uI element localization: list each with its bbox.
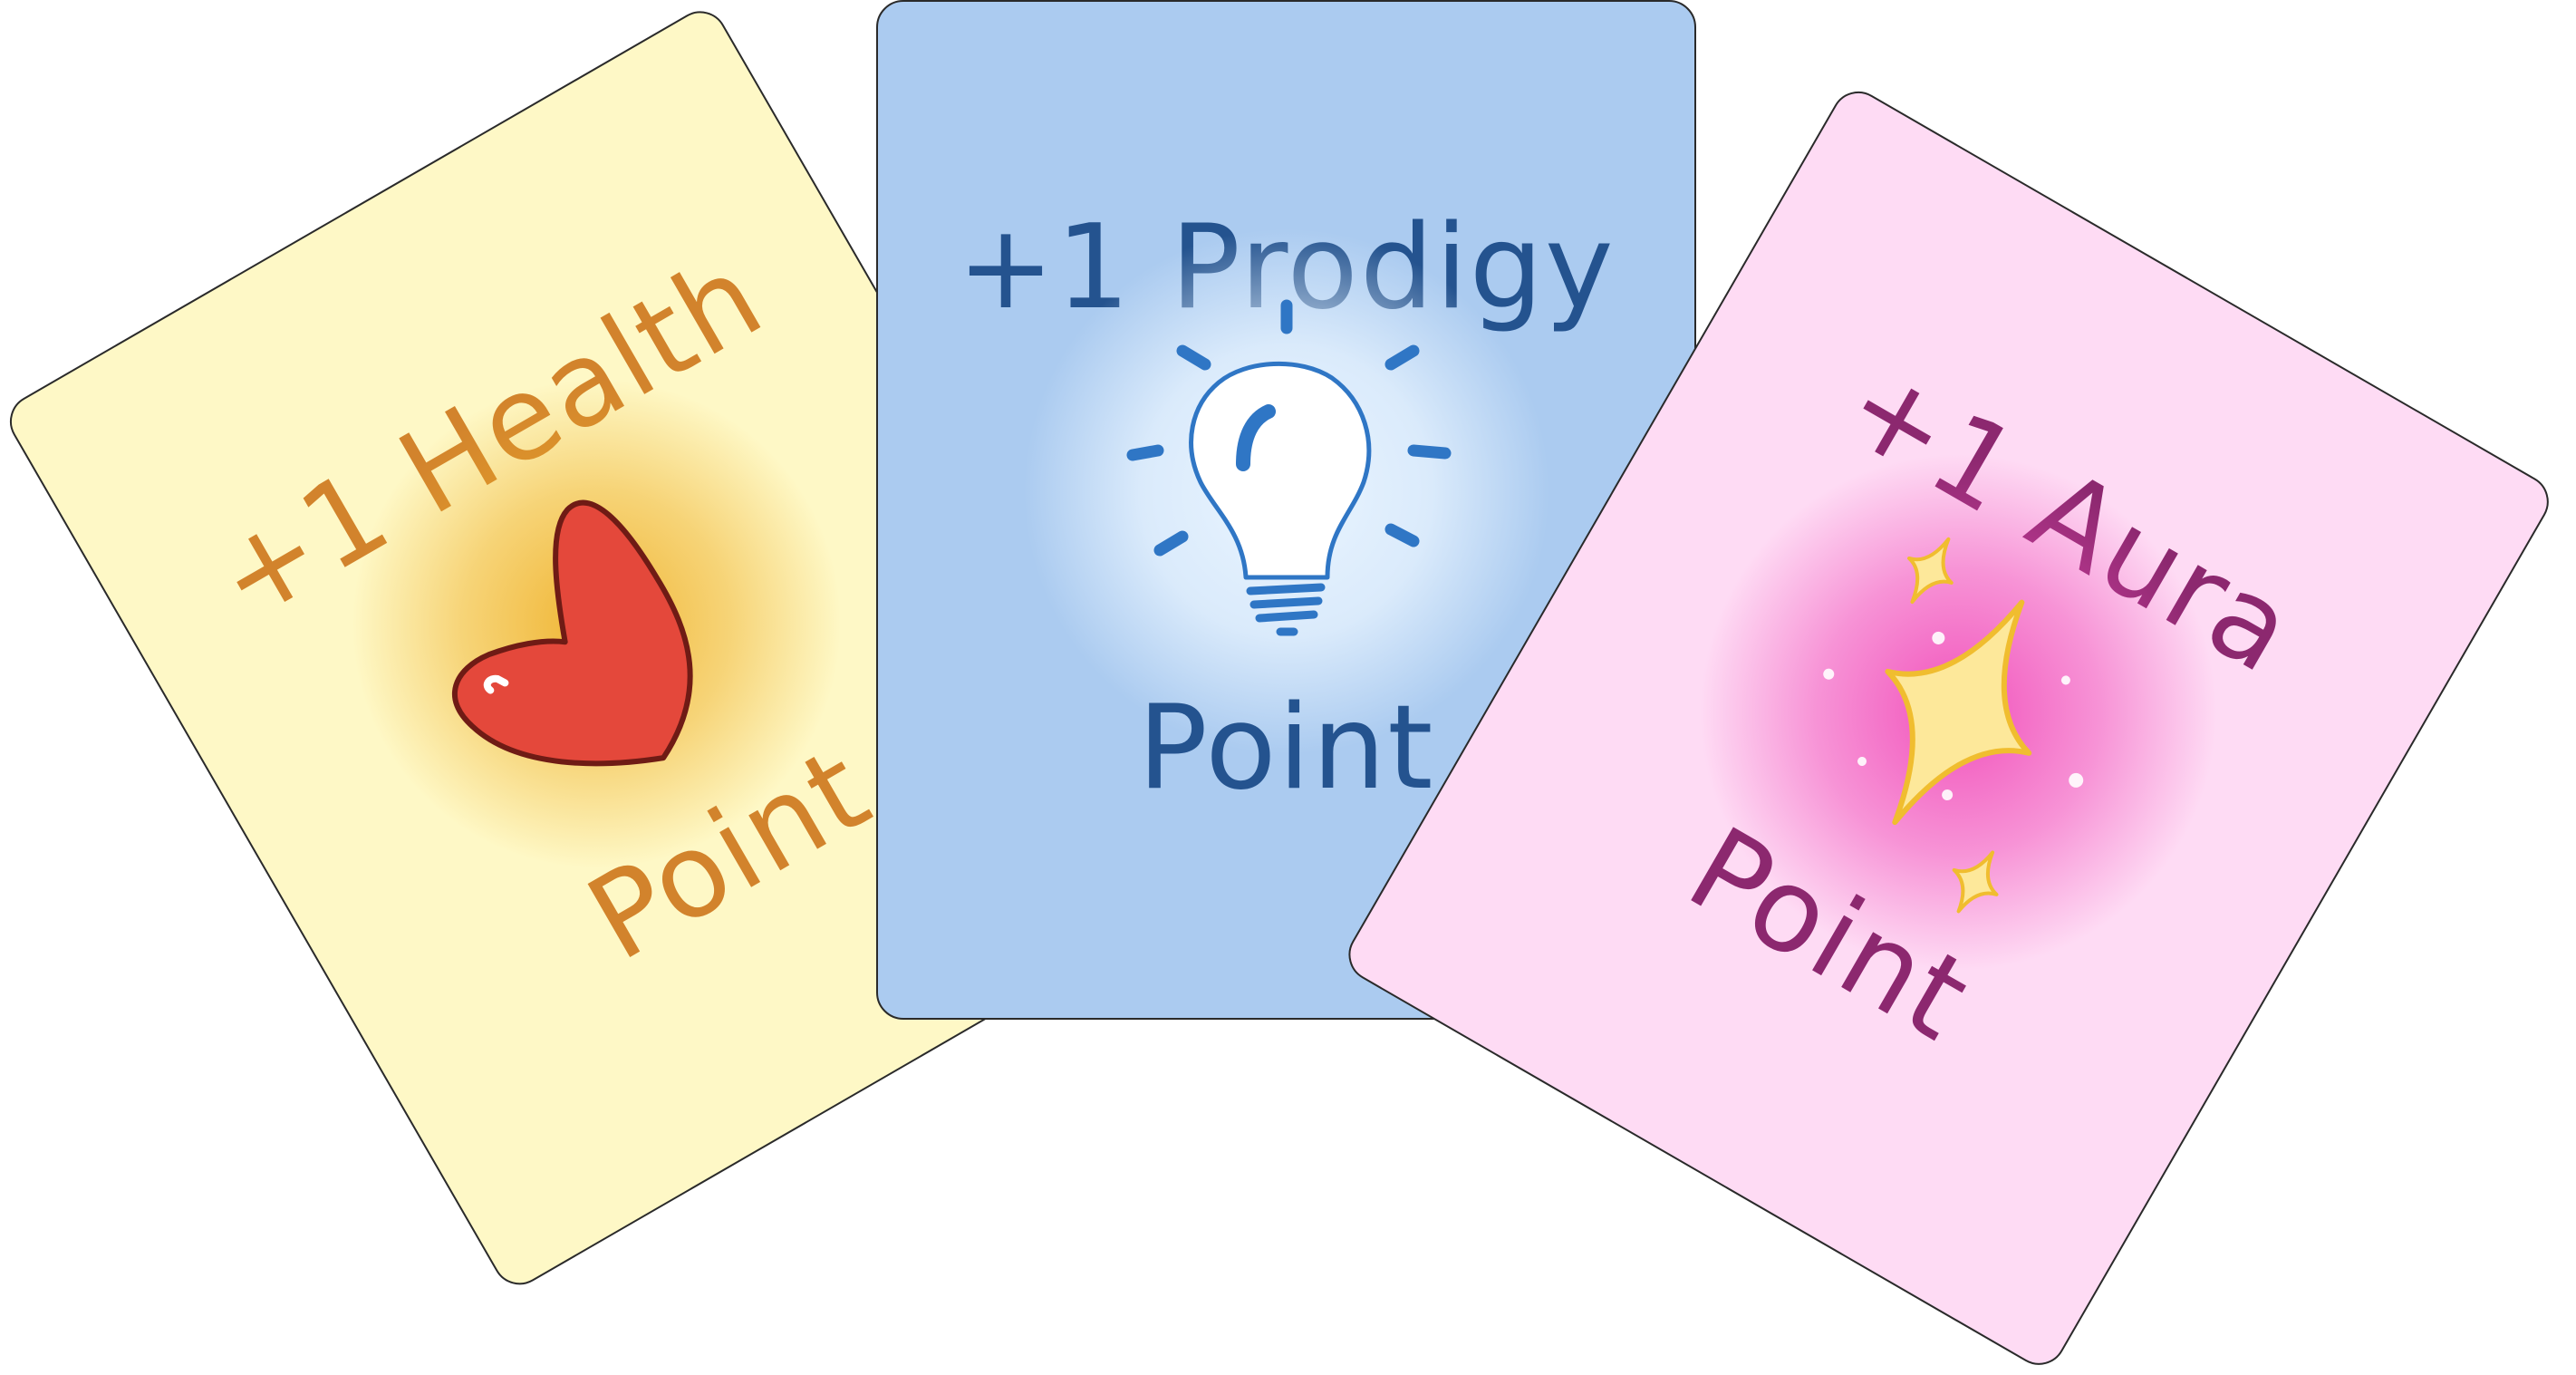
lightbulb-thread: [1255, 610, 1317, 623]
lightbulb-ray: [1126, 444, 1163, 461]
card-fan: +1 Health Point +1 Prodigy: [0, 0, 2576, 1375]
lightbulb-thread: [1246, 583, 1325, 596]
lightbulb-ray: [1407, 444, 1451, 460]
lightbulb-thread: [1249, 596, 1322, 609]
